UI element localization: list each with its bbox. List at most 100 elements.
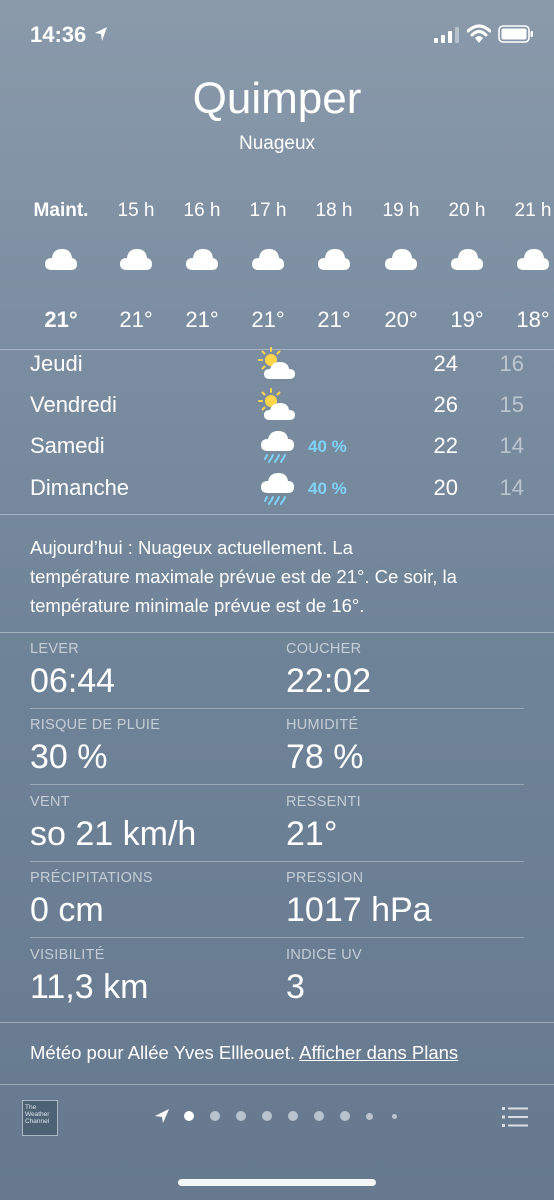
uv-index-label: INDICE UV xyxy=(286,947,363,963)
divider xyxy=(30,937,524,938)
divider xyxy=(0,1084,554,1085)
summary-line: Aujourd’hui : Nuageux actuellement. La xyxy=(30,537,353,558)
daily-row: Vendredi 26 15 xyxy=(0,386,554,428)
visibility-value: 11,3 km xyxy=(30,968,149,1006)
divider xyxy=(0,514,554,515)
hour-label: 17 h xyxy=(249,200,287,221)
page-dot xyxy=(288,1111,298,1121)
summary-line: température maximale prévue est de 21°. … xyxy=(30,566,457,587)
page-dot xyxy=(184,1111,194,1121)
hour-item: 19 h 20° xyxy=(368,190,434,350)
day-high-temp: 24 xyxy=(433,351,458,376)
humidity-label: HUMIDITÉ xyxy=(286,717,359,733)
current-location-arrow-icon xyxy=(155,1109,169,1123)
rain-chance-value: 30 % xyxy=(30,738,108,776)
summary-line: température minimale prévue est de 16°. xyxy=(30,595,365,616)
show-in-maps-link[interactable]: Afficher dans Plans xyxy=(299,1042,458,1063)
hour-item: Maint. 21° xyxy=(28,190,94,350)
cloud-icon xyxy=(186,249,218,270)
status-time: 14:36 xyxy=(30,22,87,47)
daily-row: Dimanche 40 % 20 14 xyxy=(0,469,554,511)
home-indicator[interactable] xyxy=(178,1179,376,1186)
page-indicator[interactable] xyxy=(150,1107,410,1127)
wifi-icon xyxy=(467,24,491,43)
precipitation-value: 0 cm xyxy=(30,891,104,929)
rain-cloud-icon xyxy=(261,473,294,505)
page-dot xyxy=(314,1111,324,1121)
hour-item: 21 h 18° xyxy=(500,190,554,350)
wind-value: so 21 km/h xyxy=(30,815,197,853)
sunrise-value: 06:44 xyxy=(30,662,116,700)
daily-row: Samedi 40 % 22 14 xyxy=(0,427,554,469)
day-high-temp: 22 xyxy=(433,433,458,458)
hour-temp: 21° xyxy=(251,307,285,332)
hour-label: 16 h xyxy=(183,200,221,221)
cloud-icon xyxy=(45,249,77,270)
feels-like-value: 21° xyxy=(286,815,338,853)
hour-temp: 21° xyxy=(119,307,153,332)
page-dot xyxy=(366,1113,373,1120)
sunset-label: COUCHER xyxy=(286,641,362,657)
day-low-temp: 14 xyxy=(499,475,524,500)
page-dot xyxy=(210,1111,220,1121)
cellular-signal-icon xyxy=(434,27,459,43)
day-low-temp: 15 xyxy=(499,392,524,417)
logo-text: Channel xyxy=(25,1118,50,1125)
weather-source-text: Météo pour Allée Yves Ellleouet. Affiche… xyxy=(30,1042,458,1064)
logo-text: The xyxy=(25,1104,37,1111)
rain-cloud-icon xyxy=(261,431,294,463)
page-dot xyxy=(392,1114,397,1119)
hour-item: 15 h 21° xyxy=(103,190,169,350)
daily-row: Jeudi 24 16 xyxy=(0,345,554,387)
day-low-temp: 14 xyxy=(499,433,524,458)
hour-temp: 20° xyxy=(384,307,418,332)
day-name: Samedi xyxy=(30,433,105,458)
sunrise-label: LEVER xyxy=(30,641,80,657)
source-location: Météo pour Allée Yves Ellleouet. xyxy=(30,1042,295,1063)
day-low-temp: 16 xyxy=(499,351,524,376)
hour-temp: 19° xyxy=(450,307,484,332)
divider xyxy=(30,784,524,785)
current-condition: Nuageux xyxy=(238,133,316,154)
day-name: Vendredi xyxy=(30,392,117,417)
hour-temp: 21° xyxy=(317,307,351,332)
hour-item: 20 h 19° xyxy=(434,190,500,350)
partly-sunny-icon xyxy=(258,347,295,379)
list-icon[interactable] xyxy=(502,1106,528,1128)
hour-temp: 21° xyxy=(185,307,219,332)
humidity-value: 78 % xyxy=(286,738,364,776)
page-dot xyxy=(262,1111,272,1121)
feels-like-label: RESSENTI xyxy=(286,794,361,810)
hour-item: 17 h 21° xyxy=(235,190,301,350)
cloud-icon xyxy=(252,249,284,270)
hour-temp: 18° xyxy=(516,307,550,332)
hour-label: 20 h xyxy=(448,200,486,221)
rain-chance-label: RISQUE DE PLUIE xyxy=(30,717,161,733)
hour-label: 15 h xyxy=(117,200,155,221)
uv-index-value: 3 xyxy=(286,968,305,1006)
hour-label: 18 h xyxy=(315,200,353,221)
precipitation-label: PRÉCIPITATIONS xyxy=(30,870,153,886)
wind-label: VENT xyxy=(30,794,70,810)
sunset-value: 22:02 xyxy=(286,662,372,700)
hour-item: 18 h 21° xyxy=(301,190,367,350)
today-summary: Aujourd’hui : Nuageux actuellement. La t… xyxy=(30,533,530,620)
cloud-icon xyxy=(451,249,483,270)
day-high-temp: 26 xyxy=(433,392,458,417)
divider xyxy=(0,1022,554,1023)
logo-text: Weather xyxy=(25,1111,50,1118)
cloud-icon xyxy=(517,249,549,270)
divider xyxy=(30,708,524,709)
hour-item: 16 h 21° xyxy=(169,190,235,350)
page-dot xyxy=(340,1111,350,1121)
location-arrow-icon xyxy=(95,27,107,41)
precip-chance: 40 % xyxy=(308,479,347,498)
hour-label: 19 h xyxy=(382,200,420,221)
divider xyxy=(0,632,554,633)
page-dot xyxy=(236,1111,246,1121)
hourly-forecast[interactable]: Maint. 21° 15 h 21° 16 h 21° 17 h 21° 18… xyxy=(0,190,554,350)
status-bar: 14:36 xyxy=(0,0,554,66)
city-name: Quimper xyxy=(192,74,362,123)
weather-channel-logo[interactable]: The Weather Channel xyxy=(22,1100,58,1136)
visibility-label: VISIBILITÉ xyxy=(30,947,105,963)
